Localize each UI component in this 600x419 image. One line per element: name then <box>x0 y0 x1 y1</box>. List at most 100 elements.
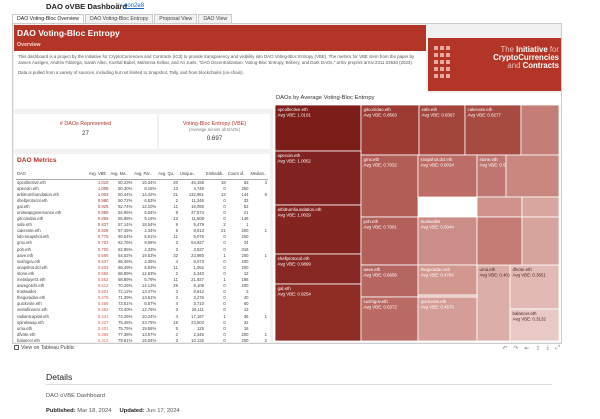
treemap-value: Avg VBE: 0.6034 <box>421 163 455 168</box>
download-icon[interactable]: ⤓ <box>547 345 550 352</box>
treemap-value: Avg VBE: 0.8277 <box>468 113 502 118</box>
by-label: by <box>116 3 123 9</box>
treemap-title: DAOs by Average Voting-Bloc Entropy <box>276 95 375 101</box>
treemap-label: quickvote.eth <box>421 299 447 304</box>
column-header[interactable]: Median.. <box>249 169 268 180</box>
view-on-tableau-link[interactable]: View on Tableau Public <box>14 345 74 351</box>
tab-voting-bloc-entropy[interactable]: DAO Voting-Bloc Entropy <box>84 14 154 23</box>
treemap-cell[interactable]: balancer.ethAvg VBE: 0.3132 <box>509 308 560 342</box>
column-header[interactable]: Embeddi.. <box>204 169 227 180</box>
tab-proposal-view[interactable]: Proposal View <box>154 14 198 23</box>
treemap-value: Avg VBE: 0.6372 <box>364 305 398 310</box>
treemap-cell[interactable]: safe.ethAvg VBE: 0.8367 <box>418 104 466 156</box>
metric-cell: 50.23% <box>118 179 133 185</box>
treemap-value: Avg VBE: 1.0029 <box>278 213 312 218</box>
treemap-value: Avg VBE: 0.7032 <box>364 163 398 168</box>
treemap-label: poh.eth <box>364 219 379 224</box>
treemap-label: safe.eth <box>422 107 438 112</box>
column-header[interactable]: Unique.. <box>178 169 205 180</box>
treemap-label: theguradao.eth <box>421 267 451 272</box>
treemap-cell[interactable]: gitcoindao.ethAvg VBE: 0.8563 <box>360 104 420 156</box>
treemap-value: Avg VBE: 0.4579 <box>421 305 455 310</box>
metric-cell: 20 <box>173 179 178 185</box>
redo-icon[interactable]: ↷ <box>513 345 518 352</box>
column-header[interactable]: DAO <box>16 169 84 180</box>
treemap-cell[interactable]: dfvote.ethAvg VBE: 0.3651 <box>509 264 560 310</box>
treemap-value: Avg VBE: 0.7001 <box>364 225 398 230</box>
treemap-cell[interactable]: sushigov.ethAvg VBE: 0.6372 <box>360 296 419 342</box>
vbe-treemap: opcollective.eth Avg VBE: 1.0101 apecoin.e… <box>273 93 561 342</box>
treemap-cell[interactable]: cakevote.ethAvg VBE: 0.8277 <box>464 104 522 156</box>
treemap-value: Avg VBE: 0.9899 <box>278 262 312 267</box>
dashboard-header: DAO Voting-Bloc Entropy Overview <box>14 25 426 51</box>
column-header[interactable]: Avg. VBE <box>87 169 110 180</box>
treemap-cell-unlabeled[interactable] <box>520 104 560 156</box>
undo-icon[interactable]: ↶ <box>502 345 507 352</box>
treemap-cell-unlabeled[interactable] <box>476 196 523 218</box>
kpi-value: 27 <box>82 130 89 137</box>
published-date: Mar 18, 2024 <box>77 408 112 414</box>
column-header[interactable]: Avg. Qu.. <box>157 169 179 180</box>
treemap-value: Avg VBE: 0.3132 <box>513 317 547 322</box>
table-row[interactable]: balancer.eth 0.313 79.61% 15.04% 3 10,132 0 200… <box>16 338 268 342</box>
treemap-cell-unlabeled[interactable] <box>476 216 523 266</box>
tab-dao-view[interactable]: DAO View <box>198 14 233 23</box>
treemap-cell[interactable]: gal.ethAvg VBE: 0.9254 <box>274 283 362 342</box>
treemap-cell[interactable]: apecoin.ethAvg VBE: 1.0052 <box>274 150 362 206</box>
treemap-cell-unlabeled[interactable] <box>505 154 560 198</box>
treemap-label: balancer.eth <box>513 311 537 316</box>
updated-date: Jun 17, 2024 <box>146 408 180 414</box>
dao-metrics-table[interactable]: DAO Avg. VBE Avg. Ma.. Avg. Par.. Avg. Qu.. U… <box>16 169 268 342</box>
treemap-value: Avg VBE: 1.0101 <box>278 113 312 118</box>
author-link[interactable]: oon2e8 <box>124 3 144 9</box>
treemap-value: Avg VBE: 0.9254 <box>278 292 312 297</box>
treemap-value: Avg VBE: 0.4013 <box>480 273 514 278</box>
tableau-toolbar: View on Tableau Public ↶ ↷ ⇤ ⇪ ⤓ ⤢ <box>12 344 562 353</box>
treemap-cell[interactable]: snapshot.dcl.ethAvg VBE: 0.6034 <box>417 154 478 198</box>
treemap-cell-unlabeled[interactable] <box>521 216 560 266</box>
treemap-value: Avg VBE: 0.4784 <box>421 273 455 278</box>
treemap-cell[interactable]: theguradao.ethAvg VBE: 0.4784 <box>417 264 478 296</box>
treemap-cell[interactable]: arbitrumfoundation.ethAvg VBE: 1.0029 <box>274 204 362 255</box>
share-icon[interactable]: ⇪ <box>536 345 541 352</box>
treemap-cell[interactable]: gmx.ethAvg VBE: 0.7032 <box>360 154 419 218</box>
treemap-label: apecoin.eth <box>278 153 301 158</box>
page-title: DAO oVBE Dashboard <box>46 2 128 11</box>
metric-cell: 15.34% <box>141 179 157 185</box>
top-bar: DAO oVBE Dashboard by oon2e8 <box>0 0 600 13</box>
column-header[interactable]: Count of.. <box>226 169 250 180</box>
treemap-cell[interactable]: shellprotocol.ethAvg VBE: 0.9899 <box>274 253 362 285</box>
metric-cell: 1.010 <box>97 179 109 185</box>
treemap-value: Avg VBE: 1.0052 <box>278 159 312 164</box>
metric-cell: 46,158 <box>191 179 204 185</box>
treemap-label: dfvote.eth <box>513 267 533 272</box>
treemap-value: Avg VBE: 0.6658 <box>364 273 398 278</box>
treemap-cell[interactable]: trustwalletAvg VBE: 0.5044 <box>417 216 478 266</box>
treemap-value: Avg VBE: 0.8563 <box>364 113 398 118</box>
treemap-cell-unlabeled[interactable] <box>521 196 560 218</box>
metric-cell: 10,132 <box>191 337 204 342</box>
treemap-value: Avg VBE: 0.5044 <box>421 225 455 230</box>
tab-voting-bloc-overview[interactable]: DAO Voting-Bloc Overview <box>12 14 84 23</box>
treemap-label: snapshot.dcl.eth <box>421 157 454 162</box>
treemap-cell[interactable]: aave.ethAvg VBE: 0.6658 <box>360 264 419 298</box>
column-header[interactable]: Avg. Par.. <box>133 169 158 180</box>
treemap-label: arbitrumfoundation.eth <box>278 207 322 212</box>
treemap-label: opcollective.eth <box>278 107 309 112</box>
treemap-svg: opcollective.ethAvg VBE: 1.0101apecoin.e… <box>274 104 560 342</box>
column-header[interactable]: Avg. Ma.. <box>109 169 134 180</box>
fullscreen-icon[interactable]: ⤢ <box>555 345 560 352</box>
details-section: Details <box>46 372 72 382</box>
metrics-title: DAO Metrics <box>17 157 57 164</box>
treemap-label: cakevote.eth <box>468 107 493 112</box>
kpi-label: # DAOs Represented <box>59 121 112 127</box>
treemap-cell[interactable]: uma.ethAvg VBE: 0.4013 <box>476 264 514 342</box>
revert-icon[interactable]: ⇤ <box>524 345 529 352</box>
table-row[interactable]: opcollective.eth 1.010 50.23% 15.34% 20 46,15… <box>16 179 268 186</box>
treemap-cell[interactable]: poh.ethAvg VBE: 0.7001 <box>360 216 419 266</box>
treemap-cell-unlabeled[interactable] <box>417 294 478 298</box>
details-dates: Published: Mar 18, 2024 Updated: Jun 17,… <box>46 408 180 414</box>
kpi-sublabel: (Average across all DAOs) <box>189 127 240 132</box>
treemap-cell[interactable]: quickvote.ethAvg VBE: 0.4579 <box>417 296 478 342</box>
treemap-cell[interactable]: opcollective.ethAvg VBE: 1.0101 <box>274 104 362 152</box>
